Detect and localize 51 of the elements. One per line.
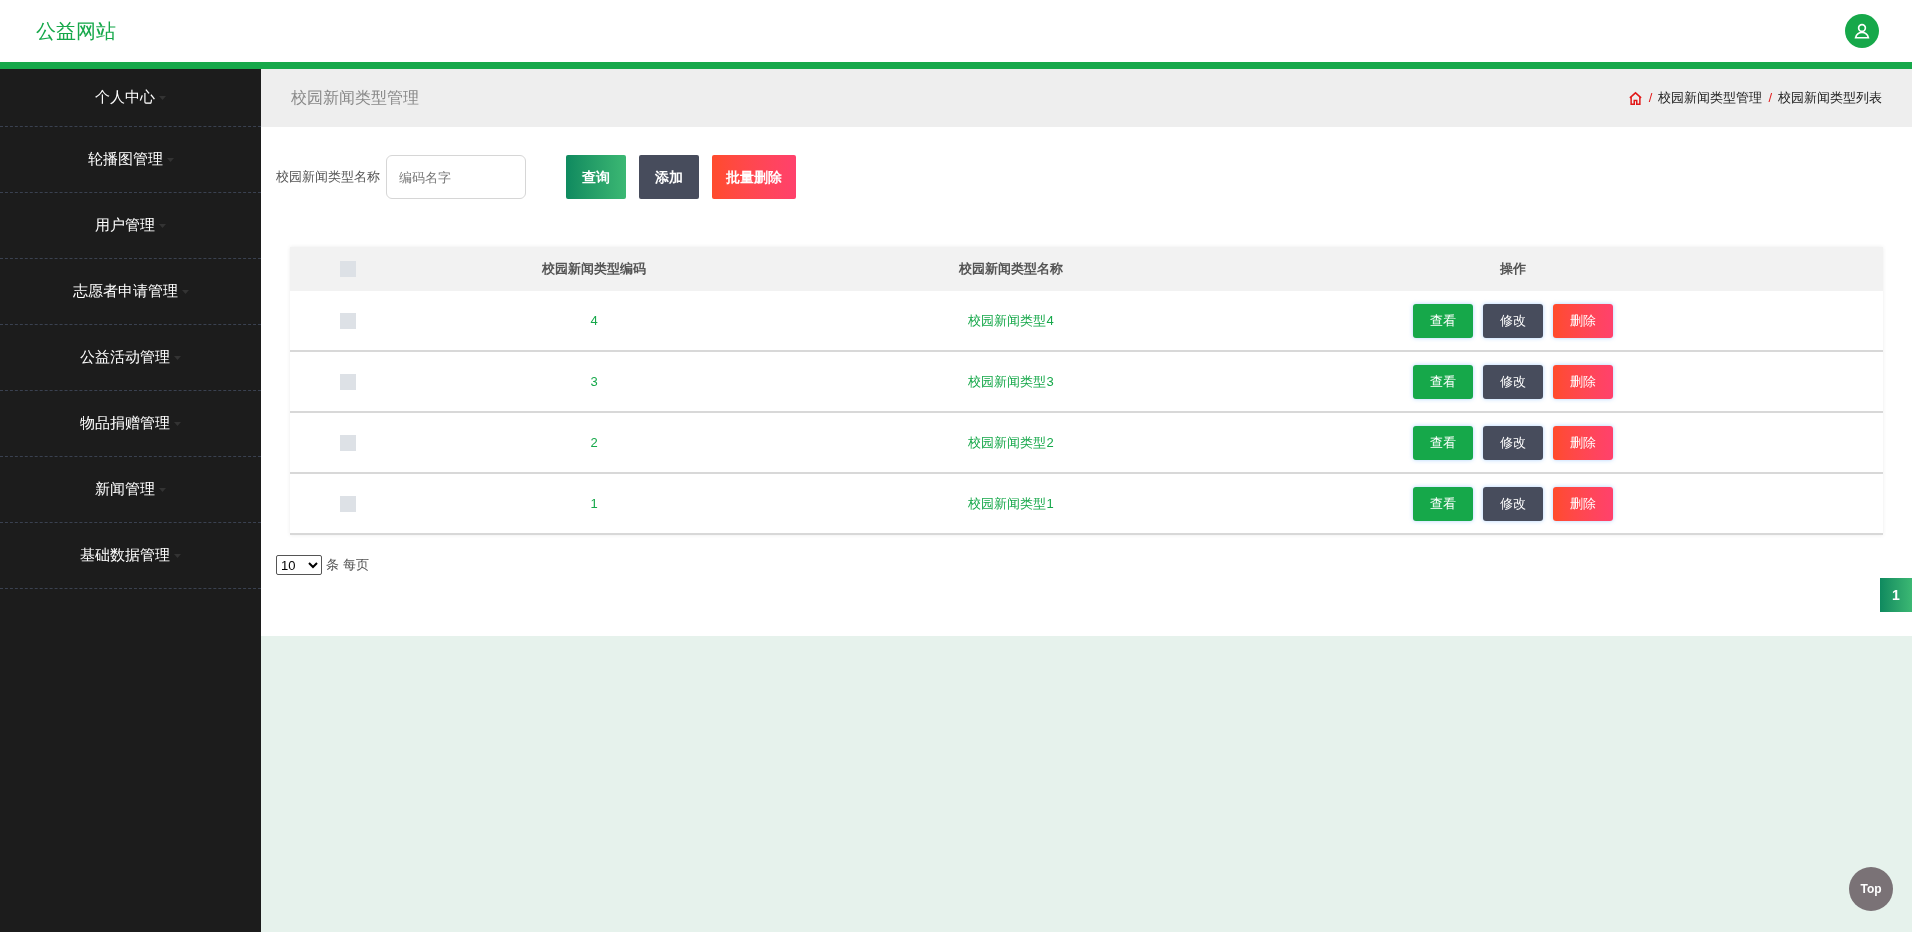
row-checkbox[interactable] [340, 495, 356, 512]
caret-icon [174, 355, 181, 360]
caret-icon [174, 421, 181, 426]
sidebar-item-label: 用户管理 [95, 215, 155, 236]
table-cell-text: 校园新闻类型3 [968, 372, 1054, 391]
table-cell-text: 3 [590, 372, 598, 391]
breadcrumb-item[interactable]: 校园新闻类型管理 [1658, 88, 1763, 108]
row-checkbox[interactable] [340, 434, 356, 451]
sidebar-item-label: 志愿者申请管理 [72, 281, 178, 302]
page-size-label: 条 每页 [326, 556, 369, 575]
search-field[interactable]: 编码名字 [386, 155, 526, 199]
site-title: 公益网站 [36, 19, 116, 44]
add-button[interactable]: 添加 [639, 155, 699, 199]
search-label: 校园新闻类型名称 [276, 168, 380, 187]
edit-button[interactable]: 修改 [1483, 425, 1543, 460]
edit-button[interactable]: 修改 [1483, 486, 1543, 521]
row-checkbox[interactable] [340, 312, 356, 329]
breadcrumb-item[interactable]: 校园新闻类型列表 [1778, 88, 1882, 108]
caret-icon [159, 487, 166, 492]
user-avatar-button[interactable] [1845, 14, 1879, 48]
table-cell-text: 校园新闻类型4 [968, 311, 1054, 330]
table-cell-text: 1 [590, 494, 598, 513]
row-checkbox[interactable] [340, 373, 356, 390]
user-icon [1853, 22, 1871, 40]
table-cell-text: 校园新闻类型1 [968, 494, 1054, 513]
caret-icon [174, 553, 181, 558]
sidebar-item-label: 基础数据管理 [80, 545, 170, 566]
table-cell-text: 校园新闻类型2 [968, 433, 1054, 452]
sidebar-item-label: 物品捐赠管理 [80, 413, 170, 434]
caret-icon [159, 223, 166, 228]
query-button[interactable]: 查询 [566, 155, 626, 199]
page-size-select[interactable]: 10 [276, 555, 322, 575]
breadcrumb-separator: / [1768, 89, 1772, 108]
column-header: 校园新闻类型名称 [959, 260, 1063, 279]
caret-icon [166, 157, 174, 162]
caret-icon [159, 95, 166, 100]
breadcrumb-separator: / [1648, 89, 1653, 108]
sidebar-item-label: 新闻管理 [95, 479, 155, 500]
column-header: 校园新闻类型编码 [542, 260, 646, 279]
edit-button[interactable]: 修改 [1483, 303, 1543, 338]
table-cell-text: 4 [590, 311, 598, 330]
back-to-top-button[interactable]: Top [1849, 867, 1893, 911]
table-cell-text: 2 [590, 433, 598, 452]
sidebar-item-label: 个人中心 [95, 87, 155, 108]
home-icon [1627, 90, 1643, 106]
sidebar-item-label: 轮播图管理 [87, 149, 163, 170]
column-header: 操作 [1500, 260, 1526, 279]
edit-button[interactable]: 修改 [1483, 364, 1543, 399]
page-title: 校园新闻类型管理 [291, 88, 419, 108]
caret-icon [181, 289, 189, 294]
sidebar-item-label: 公益活动管理 [80, 347, 170, 368]
